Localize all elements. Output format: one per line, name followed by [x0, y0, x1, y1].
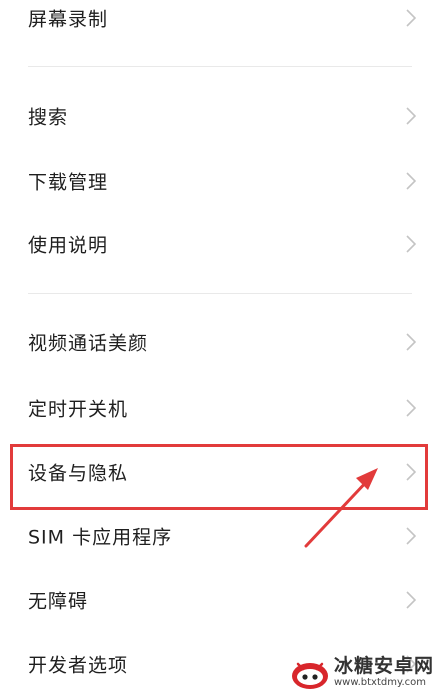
settings-item-user-guide[interactable]: 使用说明: [0, 214, 440, 274]
settings-item-sim-apps[interactable]: SIM 卡应用程序: [0, 506, 440, 566]
settings-item-download-manager[interactable]: 下载管理: [0, 151, 440, 211]
watermark-title: 冰糖安卓网: [333, 655, 434, 677]
settings-item-label: 视频通话美颜: [28, 332, 149, 355]
settings-item-label: 无障碍: [28, 590, 89, 613]
chevron-right-icon: [406, 9, 416, 27]
settings-item-label: 搜索: [28, 106, 69, 129]
section-divider: [28, 66, 412, 67]
settings-item-label: 使用说明: [28, 234, 109, 257]
watermark-logo-icon: [290, 654, 330, 690]
settings-item-label: SIM 卡应用程序: [28, 526, 173, 549]
watermark-url: www.btxtdmy.com: [333, 677, 427, 688]
chevron-right-icon: [406, 591, 416, 609]
settings-item-label: 下载管理: [28, 171, 109, 194]
settings-item-label: 定时开关机: [28, 398, 129, 421]
settings-item-search[interactable]: 搜索: [0, 86, 440, 146]
settings-list: 屏幕录制 搜索 下载管理 使用说明 视频通话美颜 定时开关机 设备与隐私 SIM…: [0, 0, 440, 694]
settings-item-label: 开发者选项: [28, 654, 129, 677]
watermark: 冰糖安卓网 www.btxtdmy.com: [290, 654, 434, 690]
chevron-right-icon: [406, 107, 416, 125]
settings-item-screen-recording[interactable]: 屏幕录制: [0, 0, 440, 48]
chevron-right-icon: [406, 172, 416, 190]
chevron-right-icon: [406, 527, 416, 545]
section-divider: [28, 293, 412, 294]
chevron-right-icon: [406, 399, 416, 417]
chevron-right-icon: [406, 235, 416, 253]
highlight-box: [10, 444, 428, 510]
settings-item-scheduled-power[interactable]: 定时开关机: [0, 378, 440, 438]
settings-item-accessibility[interactable]: 无障碍: [0, 570, 440, 630]
settings-item-label: 屏幕录制: [28, 8, 109, 31]
chevron-right-icon: [406, 333, 416, 351]
settings-item-video-call-beauty[interactable]: 视频通话美颜: [0, 312, 440, 372]
